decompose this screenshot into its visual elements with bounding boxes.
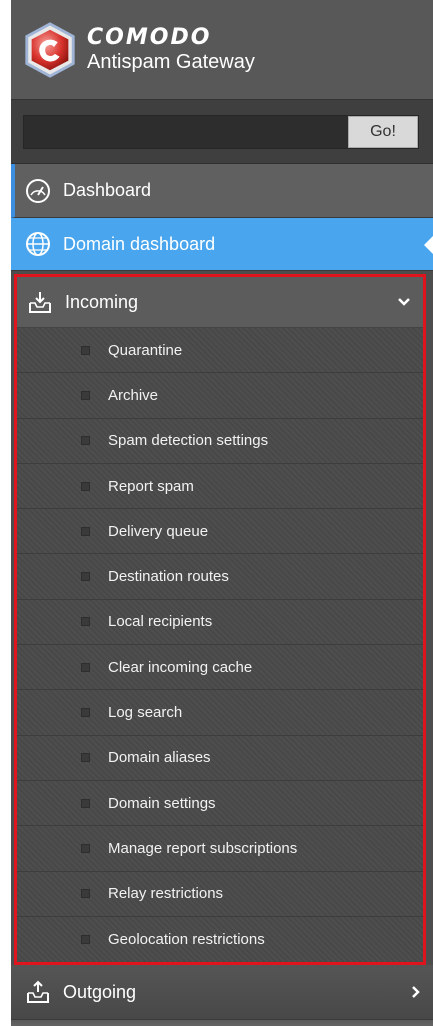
submenu-item-label: Domain aliases (108, 749, 211, 767)
submenu-item-label: Manage report subscriptions (108, 839, 298, 857)
submenu-item-domain-settings[interactable]: Domain settings (17, 780, 423, 827)
submenu-item-report-spam[interactable]: Report spam (17, 463, 423, 510)
incoming-submenu: Quarantine Archive Spam detection settings… (17, 328, 423, 963)
comodo-logo-icon (25, 21, 75, 78)
submenu-item-local-recipients[interactable]: Local recipients (17, 599, 423, 646)
chevron-down-icon (397, 277, 411, 327)
submenu-item-log-search[interactable]: Log search (17, 690, 423, 736)
brand-subtitle: Antispam Gateway (87, 50, 255, 73)
submenu-item-archive[interactable]: Archive (17, 373, 423, 419)
submenu-item-relay-restrictions[interactable]: Relay restrictions (17, 871, 423, 917)
submenu-item-label: Delivery queue (108, 522, 209, 540)
nav-item-domain-dashboard[interactable]: Domain dashboard (11, 218, 433, 271)
submenu-item-label: Destination routes (108, 568, 229, 586)
nav-item-label: Dashboard (63, 180, 152, 200)
bullet-icon (81, 436, 90, 446)
brand-name: COMODO (87, 25, 212, 51)
submenu-item-label: Relay restrictions (108, 885, 224, 903)
search-bar: Go! (11, 100, 433, 164)
globe-icon (26, 232, 50, 256)
submenu-item-label: Archive (108, 386, 159, 404)
sidebar-footer (11, 1020, 433, 1026)
bullet-icon (81, 345, 90, 355)
inbox-download-icon (29, 292, 51, 313)
gauge-icon (26, 178, 50, 203)
bullet-icon (81, 708, 90, 718)
submenu-item-label: Domain settings (108, 794, 216, 812)
nav-item-label: Outgoing (63, 981, 137, 1002)
submenu-item-geolocation-restrictions[interactable]: Geolocation restrictions (17, 916, 423, 963)
nav-item-label: Incoming (65, 291, 139, 312)
submenu-item-quarantine[interactable]: Quarantine (17, 328, 423, 374)
search-input[interactable] (30, 115, 348, 148)
sidebar: COMODO Antispam Gateway Go! Dashboard Do… (11, 0, 433, 1026)
bullet-icon (81, 753, 90, 763)
bullet-icon (81, 481, 90, 491)
bullet-icon (81, 843, 90, 853)
submenu-item-label: Spam detection settings (108, 432, 269, 450)
submenu-item-label: Local recipients (108, 613, 213, 631)
submenu-item-spam-detection-settings[interactable]: Spam detection settings (17, 418, 423, 464)
submenu-item-clear-incoming-cache[interactable]: Clear incoming cache (17, 645, 423, 691)
submenu-item-domain-aliases[interactable]: Domain aliases (17, 735, 423, 781)
bullet-icon (81, 935, 90, 944)
search-box: Go! (23, 114, 419, 149)
submenu-item-label: Report spam (108, 477, 194, 495)
go-button[interactable]: Go! (348, 115, 418, 148)
submenu-item-delivery-queue[interactable]: Delivery queue (17, 509, 423, 555)
nav-item-outgoing[interactable]: Outgoing (11, 965, 433, 1021)
submenu-item-manage-report-subscriptions[interactable]: Manage report subscriptions (17, 826, 423, 872)
bullet-icon (81, 572, 90, 582)
nav-item-dashboard[interactable]: Dashboard (11, 164, 433, 218)
submenu-item-label: Geolocation restrictions (108, 931, 265, 948)
incoming-group-highlight: Incoming Quarantine Archive Spam detection… (14, 274, 426, 966)
submenu-item-destination-routes[interactable]: Destination routes (17, 554, 423, 600)
outbox-upload-icon (27, 980, 49, 1004)
bullet-icon (81, 390, 90, 400)
bullet-icon (81, 662, 90, 672)
chevron-right-icon (411, 965, 421, 1019)
bullet-icon (81, 526, 90, 536)
brand-header: COMODO Antispam Gateway (11, 0, 433, 100)
bullet-icon (81, 798, 90, 808)
bullet-icon (81, 889, 90, 899)
nav-item-label: Domain dashboard (63, 233, 216, 254)
bullet-icon (81, 617, 90, 627)
nav-item-incoming[interactable]: Incoming (17, 277, 423, 328)
submenu-item-label: Quarantine (108, 341, 183, 359)
submenu-item-label: Log search (108, 704, 183, 722)
submenu-item-label: Clear incoming cache (108, 658, 253, 676)
